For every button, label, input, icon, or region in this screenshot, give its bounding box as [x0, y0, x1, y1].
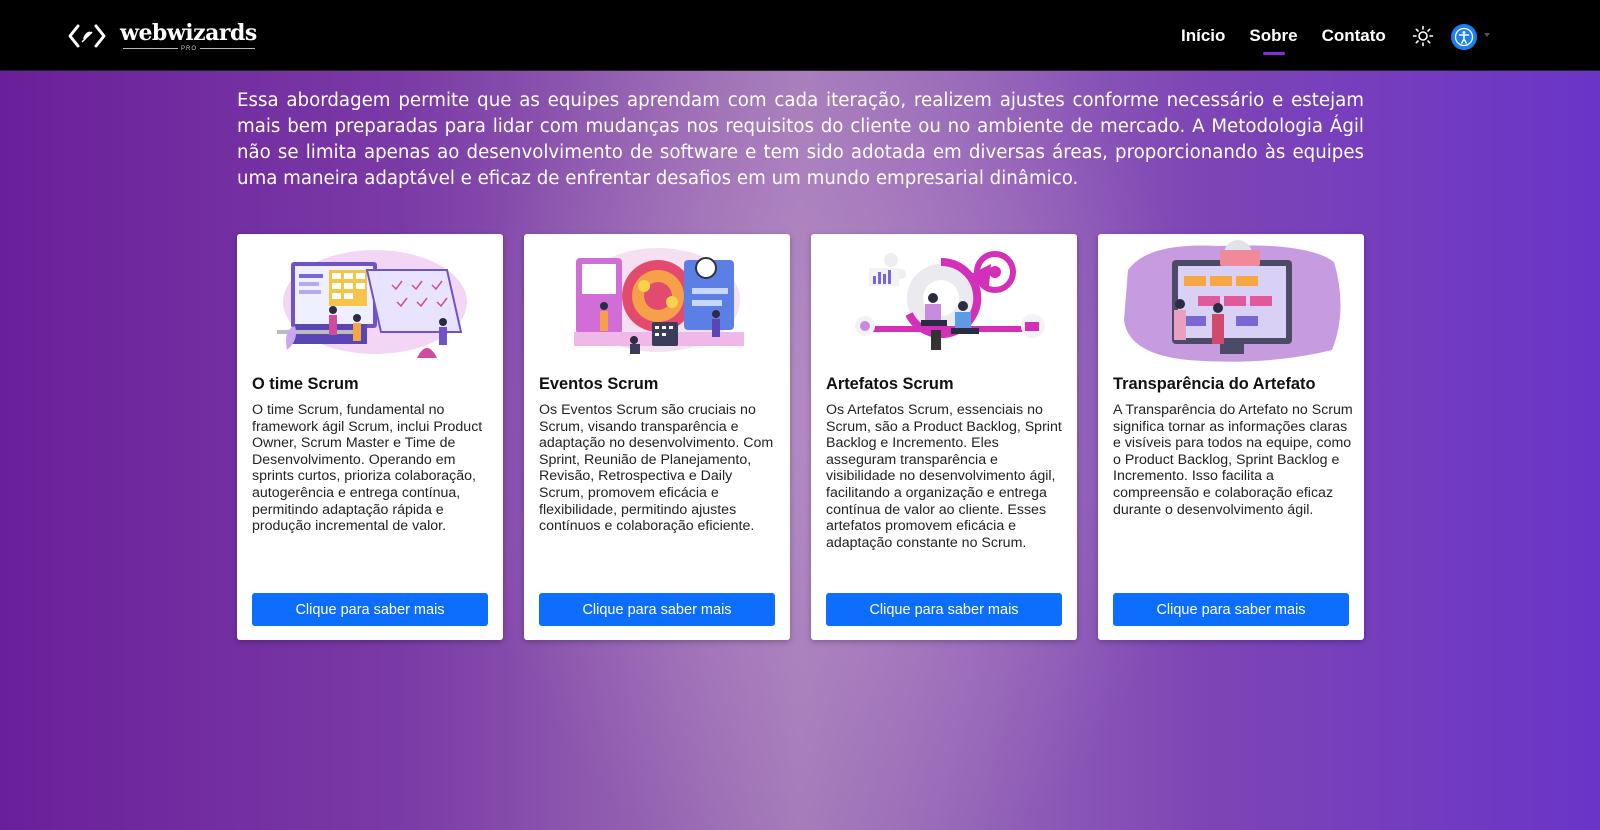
sun-icon[interactable] [1412, 25, 1434, 47]
nav-link-inicio[interactable]: Início [1181, 26, 1225, 46]
nav-link-sobre[interactable]: Sobre [1249, 26, 1298, 55]
card-text: Os Eventos Scrum são cruciais no Scrum, … [539, 402, 774, 535]
team-illustration-icon [277, 250, 467, 358]
card-artefatos-scrum: Artefatos Scrum Os Artefatos Scrum, esse… [811, 234, 1077, 640]
main-content: Essa abordagem permite que as equipes ap… [0, 71, 1600, 830]
brand-logo[interactable]: webwizards PRO [68, 18, 258, 54]
card-text: Os Artefatos Scrum, essenciais no Scrum,… [826, 402, 1062, 551]
card-title: O time Scrum [252, 375, 359, 393]
learn-more-button[interactable]: Clique para saber mais [826, 593, 1062, 626]
code-brackets-logo-icon [68, 24, 106, 48]
card-title: Transparência do Artefato [1113, 375, 1316, 393]
card-time-scrum: O time Scrum O time Scrum, fundamental n… [237, 234, 503, 640]
navbar: webwizards PRO Início Sobre Contato [0, 0, 1600, 71]
transparency-illustration-icon [1124, 240, 1341, 362]
learn-more-button[interactable]: Clique para saber mais [539, 593, 775, 626]
events-illustration-icon [574, 248, 744, 354]
card-title: Artefatos Scrum [826, 375, 954, 393]
card-title: Eventos Scrum [539, 375, 659, 393]
learn-more-button[interactable]: Clique para saber mais [1113, 593, 1349, 626]
card-text: O time Scrum, fundamental no framework á… [252, 402, 483, 535]
accessibility-button[interactable] [1451, 24, 1477, 50]
card-text: A Transparência do Artefato no Scrum sig… [1113, 402, 1353, 518]
accessibility-icon [1454, 27, 1474, 47]
card-transparencia-artefato: Transparência do Artefato A Transparênci… [1098, 234, 1364, 640]
nav-link-contato[interactable]: Contato [1322, 26, 1386, 46]
brand-name: webwizards [120, 19, 257, 46]
learn-more-button[interactable]: Clique para saber mais [252, 593, 488, 626]
nav-links: Início Sobre Contato [1181, 0, 1410, 71]
chevron-down-icon[interactable] [1484, 33, 1490, 37]
card-eventos-scrum: Eventos Scrum Os Eventos Scrum são cruci… [524, 234, 790, 640]
brand-sub: PRO [120, 46, 258, 52]
cards-row: O time Scrum O time Scrum, fundamental n… [237, 234, 1385, 640]
artifacts-illustration-icon [855, 251, 1045, 350]
intro-paragraph: Essa abordagem permite que as equipes ap… [237, 90, 1364, 189]
